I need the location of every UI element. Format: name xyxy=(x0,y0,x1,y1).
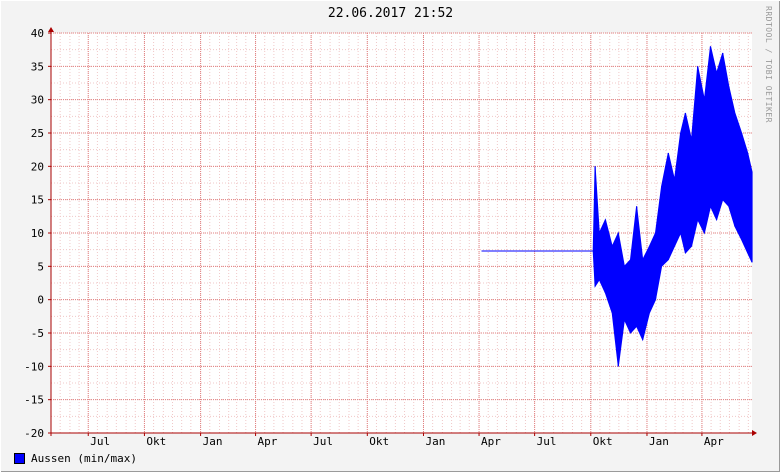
y-tick-label: -10 xyxy=(24,360,44,373)
y-tick-label: 25 xyxy=(31,127,44,140)
x-axis-arrow-icon xyxy=(752,430,757,436)
x-tick-label: Jan xyxy=(649,435,669,448)
x-tick-label: Apr xyxy=(704,435,724,448)
y-axis-arrow-icon xyxy=(48,27,54,32)
y-tick-label: -20 xyxy=(24,427,44,440)
legend-swatch xyxy=(14,453,25,464)
x-tick-label: Apr xyxy=(481,435,501,448)
y-tick-label: 10 xyxy=(31,227,44,240)
x-tick-label: Apr xyxy=(258,435,278,448)
plot-area: -20 -15 -10 -5 0 5 10 15 20 25 30 35 40 Jul Okt Jan Apr J… xyxy=(24,27,757,448)
y-tick-label: 15 xyxy=(31,194,44,207)
x-tick-label: Jul xyxy=(537,435,557,448)
x-tick-label: Jul xyxy=(90,435,110,448)
legend: Aussen (min/max) xyxy=(14,452,137,465)
x-tick-label: Jan xyxy=(203,435,223,448)
y-tick-label: 35 xyxy=(31,60,44,73)
x-tick-label: Okt xyxy=(369,435,389,448)
x-tick-label: Jan xyxy=(425,435,445,448)
x-tick-label: Okt xyxy=(593,435,613,448)
x-tick-label: Jul xyxy=(313,435,333,448)
y-tick-label: 40 xyxy=(31,27,44,40)
y-tick-label: -15 xyxy=(24,394,44,407)
x-tick-label: Okt xyxy=(146,435,166,448)
y-tick-label: 0 xyxy=(37,294,44,307)
y-tick-label: -5 xyxy=(31,327,44,340)
y-tick-label: 30 xyxy=(31,94,44,107)
y-tick-label: 20 xyxy=(31,160,44,173)
legend-label: Aussen (min/max) xyxy=(31,452,137,465)
y-tick-label: 5 xyxy=(37,260,44,273)
